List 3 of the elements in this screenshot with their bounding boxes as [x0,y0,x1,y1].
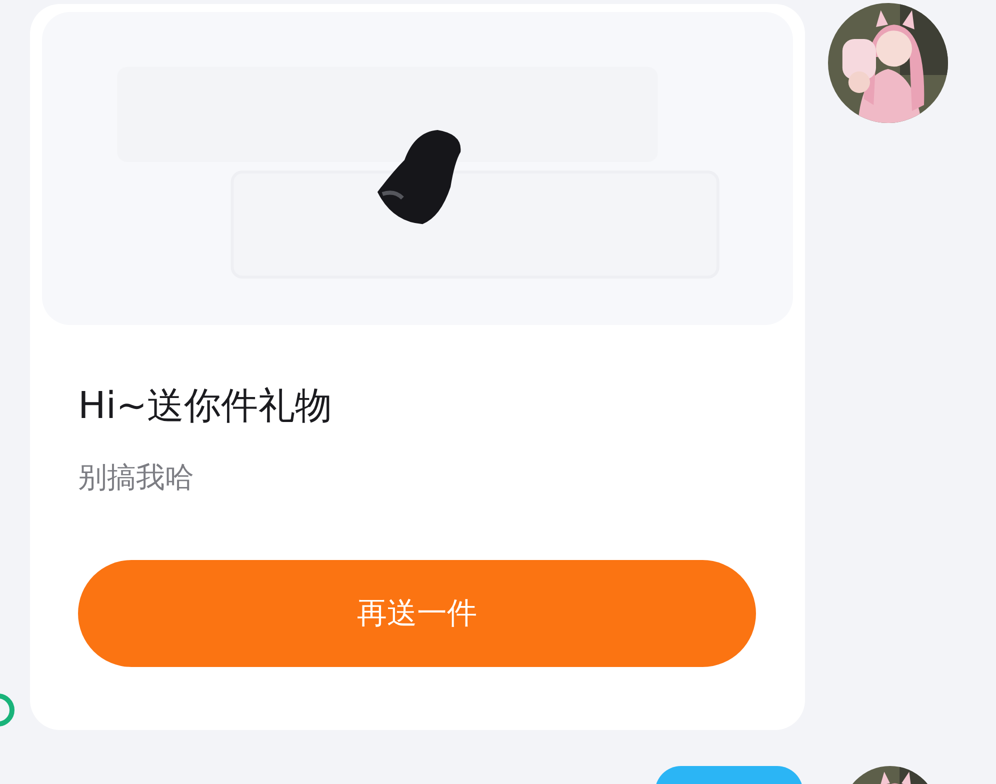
gift-message: 别搞我哈 [78,459,194,496]
send-again-button[interactable]: 再送一件 [78,560,756,667]
gift-title: Hi~送你件礼物 [78,383,332,429]
